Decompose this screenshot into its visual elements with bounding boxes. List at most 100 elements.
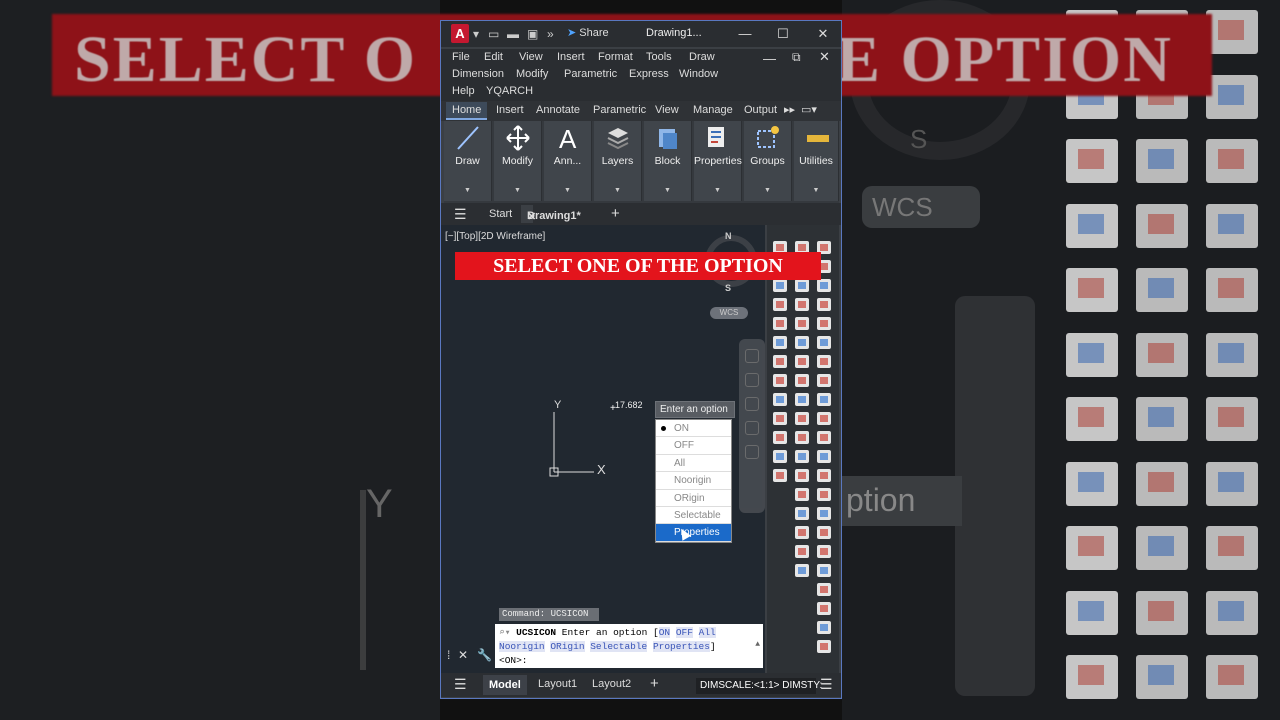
ribbon-toggle-icon[interactable]: ▭▾ — [801, 103, 817, 116]
chevron-down-icon[interactable]: ▼ — [794, 187, 838, 194]
palette-tool-icon[interactable] — [817, 640, 831, 653]
tab-layout1[interactable]: Layout1 — [538, 678, 577, 690]
palette-tool-icon[interactable] — [795, 336, 809, 349]
panel-layers[interactable]: Layers ▼ — [594, 121, 642, 201]
tab-drawing1[interactable]: Drawing1* ✕ — [521, 205, 581, 223]
tab-annotate[interactable]: Annotate — [536, 104, 580, 116]
doc-minimize-icon[interactable]: — — [763, 51, 776, 66]
panel-draw[interactable]: Draw ▼ — [444, 121, 492, 201]
palette-tool-icon[interactable] — [795, 374, 809, 387]
palette-tool-icon[interactable] — [817, 526, 831, 539]
wcs-menu[interactable]: WCS — [710, 307, 748, 319]
hamburger-menu-icon[interactable]: ☰ — [454, 206, 467, 223]
keyword-noorigin[interactable]: Noorigin — [499, 641, 545, 652]
menu-format[interactable]: Format — [598, 51, 633, 63]
menu-insert[interactable]: Insert — [557, 51, 585, 63]
palette-tool-icon[interactable] — [817, 298, 831, 311]
palette-tool-icon[interactable] — [773, 450, 787, 463]
palette-tool-icon[interactable] — [817, 393, 831, 406]
keyword-properties[interactable]: Properties — [652, 641, 710, 652]
autocad-logo[interactable]: A — [451, 24, 469, 43]
maximize-icon[interactable]: ☐ — [773, 24, 793, 44]
panel-utilities[interactable]: Utilities ▼ — [794, 121, 839, 201]
option-origin[interactable]: ORigin — [656, 490, 731, 507]
palette-tool-icon[interactable] — [773, 469, 787, 482]
command-line[interactable]: ⌕▾ UCSICON Enter an option [ON OFF All N… — [495, 624, 763, 668]
keyword-all[interactable]: All — [698, 627, 716, 638]
palette-tool-icon[interactable] — [817, 564, 831, 577]
doc-restore-icon[interactable]: ⧉ — [792, 50, 801, 65]
customize-status-icon[interactable]: ☰ — [820, 676, 833, 693]
palette-tool-icon[interactable] — [773, 336, 787, 349]
keyword-origin[interactable]: ORigin — [550, 641, 585, 652]
close-tab-icon[interactable]: ✕ — [527, 210, 536, 223]
more-tabs-icon[interactable]: ▸▸ — [784, 103, 795, 116]
menu-parametric[interactable]: Parametric — [564, 68, 617, 80]
palette-tool-icon[interactable] — [795, 469, 809, 482]
chevron-down-icon[interactable]: ▼ — [644, 187, 691, 194]
steering-wheel-icon[interactable] — [745, 349, 759, 363]
tab-insert[interactable]: Insert — [496, 104, 524, 116]
palette-tool-icon[interactable] — [795, 317, 809, 330]
palette-tool-icon[interactable] — [817, 507, 831, 520]
palette-tool-icon[interactable] — [817, 317, 831, 330]
zoom-icon[interactable] — [745, 397, 759, 411]
option-on[interactable]: ON — [656, 420, 731, 438]
chevron-down-icon[interactable]: ▼ — [544, 187, 591, 194]
palette-tool-icon[interactable] — [795, 412, 809, 425]
menu-edit[interactable]: Edit — [484, 51, 503, 63]
palette-tool-icon[interactable] — [817, 355, 831, 368]
chevron-down-icon[interactable]: ▼ — [444, 187, 491, 194]
option-selectable[interactable]: Selectable — [656, 507, 731, 525]
palette-tool-icon[interactable] — [817, 583, 831, 596]
menu-express[interactable]: Express — [629, 68, 669, 80]
palette-tool-icon[interactable] — [795, 279, 809, 292]
menu-draw[interactable]: Draw — [689, 51, 715, 63]
palette-tool-icon[interactable] — [795, 355, 809, 368]
palette-tool-icon[interactable] — [795, 393, 809, 406]
palette-tool-icon[interactable] — [817, 374, 831, 387]
palette-tool-icon[interactable] — [817, 602, 831, 615]
palette-tool-icon[interactable] — [817, 545, 831, 558]
app-menu-chevron-icon[interactable]: ▾ — [473, 27, 479, 41]
palette-tool-icon[interactable] — [795, 450, 809, 463]
palette-tool-icon[interactable] — [795, 545, 809, 558]
command-search-icon[interactable]: ⌕▾ — [499, 627, 510, 638]
palette-tool-icon[interactable] — [773, 374, 787, 387]
panel-block[interactable]: Block ▼ — [644, 121, 692, 201]
save-icon[interactable]: ▣ — [527, 27, 538, 41]
palette-tool-icon[interactable] — [817, 431, 831, 444]
palette-tool-icon[interactable] — [817, 450, 831, 463]
palette-tool-icon[interactable] — [773, 279, 787, 292]
add-layout-button[interactable]: + — [650, 675, 659, 692]
panel-annotation[interactable]: A Ann... ▼ — [544, 121, 592, 201]
palette-tool-icon[interactable] — [773, 317, 787, 330]
palette-tool-icon[interactable] — [795, 431, 809, 444]
menu-modify[interactable]: Modify — [516, 68, 548, 80]
palette-tool-icon[interactable] — [795, 488, 809, 501]
palette-tool-icon[interactable] — [817, 412, 831, 425]
menu-file[interactable]: File — [452, 51, 470, 63]
palette-tool-icon[interactable] — [795, 526, 809, 539]
keyword-selectable[interactable]: Selectable — [590, 641, 648, 652]
menu-help[interactable]: Help — [452, 85, 475, 97]
tab-output[interactable]: Output — [744, 104, 777, 116]
option-properties[interactable]: Properties — [656, 524, 731, 542]
layouts-menu-icon[interactable]: ☰ — [454, 676, 467, 693]
chevron-down-icon[interactable]: ▼ — [694, 187, 741, 194]
tab-model[interactable]: Model — [483, 675, 527, 695]
menu-view[interactable]: View — [519, 51, 543, 63]
open-folder-icon[interactable]: ▬ — [507, 27, 519, 41]
palette-tool-icon[interactable] — [773, 431, 787, 444]
keyword-on[interactable]: ON — [658, 627, 671, 638]
command-grip-icon[interactable]: ⁞ — [447, 648, 450, 662]
menu-window[interactable]: Window — [679, 68, 718, 80]
tab-start[interactable]: Start — [489, 208, 512, 220]
palette-tool-icon[interactable] — [817, 336, 831, 349]
command-history-toggle-icon[interactable]: ▲ — [755, 638, 760, 652]
palette-tool-icon[interactable] — [817, 469, 831, 482]
close-command-icon[interactable]: ✕ — [458, 648, 468, 662]
palette-tool-icon[interactable] — [817, 621, 831, 634]
chevron-down-icon[interactable]: ▼ — [494, 187, 541, 194]
pan-icon[interactable] — [745, 373, 759, 387]
